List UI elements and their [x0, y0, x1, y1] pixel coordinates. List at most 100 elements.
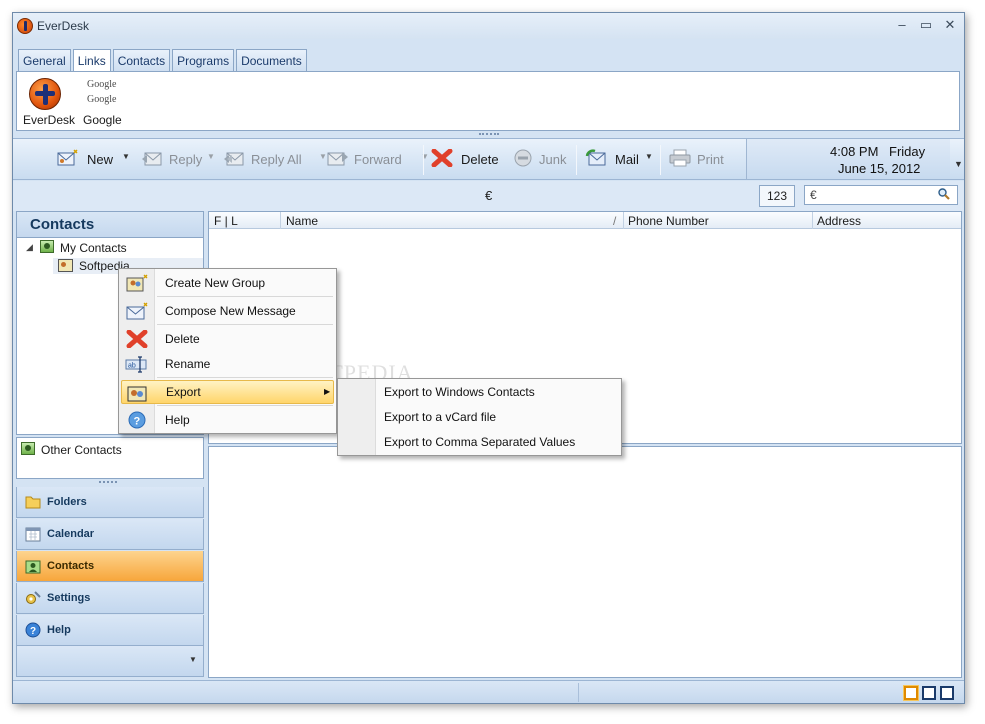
menu-item-compose-new-message[interactable]: Compose New Message [121, 299, 334, 323]
mail-icon [585, 149, 606, 166]
forward-label: Forward [354, 152, 402, 167]
preview-pane [208, 446, 962, 678]
number-filter-button[interactable]: 123 [759, 185, 795, 207]
reply-dropdown-arrow[interactable]: ▼ [207, 152, 215, 161]
column-header-name[interactable]: Name [286, 214, 318, 228]
reply-all-label: Reply All [251, 152, 302, 167]
reply-icon [142, 152, 162, 166]
reply-all-icon [224, 152, 244, 166]
ribbon-resize-grip[interactable] [479, 133, 499, 137]
junk-label: Junk [539, 152, 567, 167]
menu-item-export-csv[interactable]: Export to Comma Separated Values [384, 435, 575, 449]
reply-label: Reply [169, 152, 203, 167]
menu-item-create-new-group[interactable]: Create New Group [121, 271, 334, 295]
compose-message-icon [126, 302, 148, 320]
menu-item-export-vcard[interactable]: Export to a vCard file [384, 410, 496, 424]
close-button[interactable]: ✕ [941, 17, 959, 33]
link-google-label: Google [83, 113, 122, 127]
menu-separator [157, 405, 333, 406]
folder-icon [25, 496, 41, 509]
nav-contacts[interactable]: Contacts [16, 551, 204, 582]
google-logo-line-1: Google [87, 79, 117, 90]
menu-item-export-windows-contacts[interactable]: Export to Windows Contacts [384, 385, 535, 399]
search-icon[interactable] [938, 188, 950, 200]
column-divider [623, 212, 624, 229]
tree-expander-icon[interactable]: ◢ [26, 242, 33, 253]
link-everdesk-label: EverDesk [23, 113, 76, 127]
tab-links[interactable]: Links [72, 49, 111, 72]
new-dropdown-arrow[interactable]: ▼ [122, 152, 130, 161]
delete-label: Delete [461, 152, 499, 167]
svg-text:?: ? [30, 626, 36, 637]
delete-x-icon [126, 330, 148, 348]
everdesk-icon [29, 78, 61, 110]
export-submenu: Export to Windows Contacts Export to a v… [337, 378, 622, 456]
toolbar: New ▼ Reply ▼ Reply All ▼ Forward ▼ Dele… [13, 138, 964, 180]
mail-label: Mail [615, 152, 639, 167]
reply-all-dropdown-arrow[interactable]: ▼ [319, 152, 327, 161]
clock-date: June 15, 2012 [838, 161, 921, 176]
column-divider [812, 212, 813, 229]
nav-configure-button[interactable]: ▼ [16, 646, 204, 677]
toolbar-separator [423, 145, 424, 175]
tab-documents[interactable]: Documents [236, 49, 307, 71]
toolbar-overflow-arrow[interactable]: ▼ [954, 159, 963, 169]
clock-panel: 4:08 PM Friday June 15, 2012 [746, 139, 950, 179]
menu-item-delete[interactable]: Delete [121, 327, 334, 351]
nav-settings[interactable]: Settings [16, 583, 204, 614]
new-label: New [87, 152, 114, 167]
layout-single-icon[interactable] [940, 686, 954, 700]
nav-folders[interactable]: Folders [16, 487, 204, 518]
layout-split-icon[interactable] [904, 686, 918, 700]
tab-contacts[interactable]: Contacts [112, 49, 171, 71]
tab-programs[interactable]: Programs [172, 49, 235, 71]
contacts-book-icon [40, 240, 54, 253]
grid-header: F | L Name / Phone Number Address [209, 212, 961, 229]
clock-time: 4:08 PM [830, 144, 879, 159]
tab-general[interactable]: General [18, 49, 71, 71]
delete-x-icon [431, 149, 453, 167]
column-header-fl[interactable]: F | L [214, 214, 238, 228]
sort-indicator-icon: / [613, 214, 617, 228]
nav-settings-label: Settings [47, 592, 91, 604]
export-icon [127, 386, 147, 402]
minimize-button[interactable]: – [893, 17, 911, 33]
toolbar-separator [576, 145, 577, 175]
menu-item-label: Delete [165, 332, 200, 346]
settings-icon [26, 591, 41, 604]
nav-folders-label: Folders [47, 496, 87, 508]
tree-item-my-contacts[interactable]: My Contacts [60, 241, 127, 255]
svg-text:ab: ab [128, 363, 136, 370]
calendar-icon [25, 527, 41, 542]
google-logo-line-2: Google [87, 94, 117, 105]
menu-gutter [338, 379, 376, 455]
submenu-arrow-icon: ▶ [324, 387, 331, 396]
nav-calendar[interactable]: Calendar [16, 519, 204, 550]
search-input[interactable] [804, 185, 958, 205]
nav-help-label: Help [47, 624, 71, 636]
chevron-down-icon: ▼ [189, 655, 197, 664]
column-header-phone[interactable]: Phone Number [628, 214, 709, 228]
contacts-icon [25, 560, 41, 574]
mail-dropdown-arrow[interactable]: ▼ [645, 152, 653, 161]
maximize-button[interactable]: ▭ [917, 17, 935, 33]
title-bar: EverDesk – ▭ ✕ [13, 13, 964, 39]
contacts-pane-header: Contacts [16, 211, 204, 238]
menu-item-export[interactable]: Export ▶ [121, 380, 334, 404]
links-panel: EverDesk Google Google Google [16, 71, 960, 131]
new-group-icon [126, 274, 148, 292]
junk-icon [514, 149, 532, 167]
menu-separator [157, 296, 333, 297]
nav-help[interactable]: ? Help [16, 615, 204, 646]
column-header-address[interactable]: Address [817, 214, 861, 228]
layout-columns-icon[interactable] [922, 686, 936, 700]
other-contacts-pane[interactable]: Other Contacts [16, 437, 204, 479]
svg-text:?: ? [134, 416, 141, 428]
nav-resize-grip[interactable] [99, 481, 117, 483]
column-divider [280, 212, 281, 229]
menu-item-help[interactable]: ? Help [121, 408, 334, 432]
contact-group-icon [58, 259, 73, 272]
menu-item-label: Compose New Message [165, 304, 296, 318]
menu-item-label: Create New Group [165, 276, 266, 290]
menu-item-rename[interactable]: ab Rename [121, 352, 334, 376]
